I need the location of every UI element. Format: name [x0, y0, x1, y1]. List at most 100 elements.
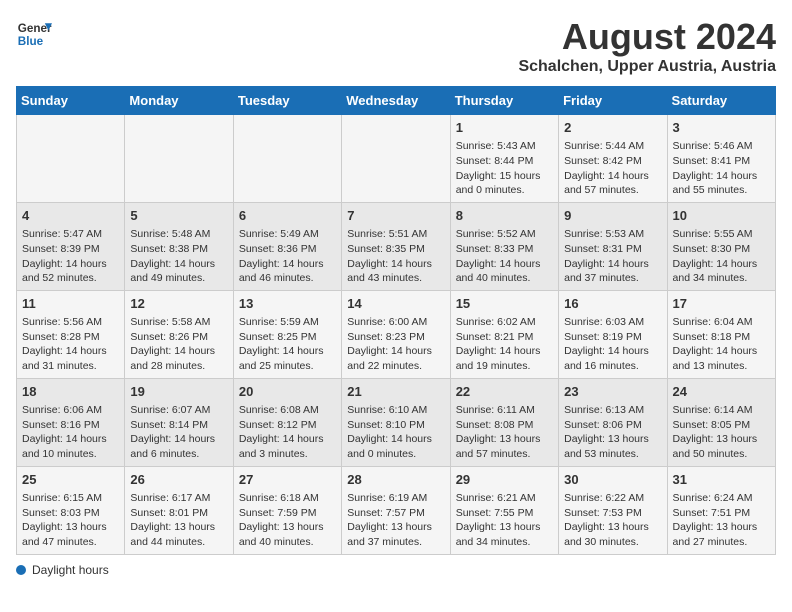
weekday-header: Monday — [125, 87, 233, 115]
calendar-cell: 30Sunrise: 6:22 AMSunset: 7:53 PMDayligh… — [559, 466, 667, 554]
day-number: 7 — [347, 207, 444, 225]
day-info: Sunrise: 5:44 AMSunset: 8:42 PMDaylight:… — [564, 139, 661, 198]
day-number: 16 — [564, 295, 661, 313]
calendar-cell: 28Sunrise: 6:19 AMSunset: 7:57 PMDayligh… — [342, 466, 450, 554]
weekday-header: Saturday — [667, 87, 775, 115]
day-info: Sunrise: 6:14 AMSunset: 8:05 PMDaylight:… — [673, 403, 770, 462]
day-info: Sunrise: 6:00 AMSunset: 8:23 PMDaylight:… — [347, 315, 444, 374]
calendar-table: SundayMondayTuesdayWednesdayThursdayFrid… — [16, 86, 776, 555]
title-area: August 2024 Schalchen, Upper Austria, Au… — [518, 16, 776, 76]
calendar-cell: 3 Sunrise: 5:46 AMSunset: 8:41 PMDaylight… — [667, 115, 775, 203]
page-header: General Blue August 2024 Schalchen, Uppe… — [16, 16, 776, 76]
day-info: Sunrise: 6:13 AMSunset: 8:06 PMDaylight:… — [564, 403, 661, 462]
day-info: Sunrise: 6:18 AMSunset: 7:59 PMDaylight:… — [239, 491, 336, 550]
calendar-cell: 9 Sunrise: 5:53 AMSunset: 8:31 PMDaylight… — [559, 202, 667, 290]
day-info: Sunrise: 6:11 AMSunset: 8:08 PMDaylight:… — [456, 403, 553, 462]
calendar-cell: 31 Sunrise: 6:24 AMSunset: 7:51 PMDayligh… — [667, 466, 775, 554]
calendar-cell: 26 Sunrise: 6:17 AMSunset: 8:01 PMDayligh… — [125, 466, 233, 554]
calendar-cell — [125, 115, 233, 203]
calendar-cell: 25 Sunrise: 6:15 AMSunset: 8:03 PMDayligh… — [17, 466, 125, 554]
day-number: 14 — [347, 295, 444, 313]
day-number: 11 — [22, 295, 119, 313]
day-number: 12 — [130, 295, 227, 313]
calendar-cell: 17Sunrise: 6:04 AMSunset: 8:18 PMDayligh… — [667, 290, 775, 378]
day-number: 6 — [239, 207, 336, 225]
day-number: 20 — [239, 383, 336, 401]
calendar-cell: 19Sunrise: 6:07 AMSunset: 8:14 PMDayligh… — [125, 378, 233, 466]
calendar-cell: 8 Sunrise: 5:52 AMSunset: 8:33 PMDaylight… — [450, 202, 558, 290]
day-number: 28 — [347, 471, 444, 489]
calendar-cell: 2 Sunrise: 5:44 AMSunset: 8:42 PMDaylight… — [559, 115, 667, 203]
calendar-header: SundayMondayTuesdayWednesdayThursdayFrid… — [17, 87, 776, 115]
day-info: Sunrise: 5:47 AMSunset: 8:39 PMDaylight:… — [22, 227, 119, 286]
day-number: 8 — [456, 207, 553, 225]
day-number: 13 — [239, 295, 336, 313]
calendar-cell: 7 Sunrise: 5:51 AMSunset: 8:35 PMDaylight… — [342, 202, 450, 290]
weekday-header: Wednesday — [342, 87, 450, 115]
calendar-cell: 29 Sunrise: 6:21 AMSunset: 7:55 PMDayligh… — [450, 466, 558, 554]
main-title: August 2024 — [518, 16, 776, 58]
day-info: Sunrise: 5:59 AMSunset: 8:25 PMDaylight:… — [239, 315, 336, 374]
calendar-cell: 11 Sunrise: 5:56 AMSunset: 8:28 PMDayligh… — [17, 290, 125, 378]
calendar-cell: 6Sunrise: 5:49 AMSunset: 8:36 PMDaylight… — [233, 202, 341, 290]
day-number: 3 — [673, 119, 770, 137]
day-number: 26 — [130, 471, 227, 489]
weekday-header: Friday — [559, 87, 667, 115]
day-number: 22 — [456, 383, 553, 401]
calendar-cell: 13 Sunrise: 5:59 AMSunset: 8:25 PMDayligh… — [233, 290, 341, 378]
day-info: Sunrise: 6:10 AMSunset: 8:10 PMDaylight:… — [347, 403, 444, 462]
calendar-cell: 18 Sunrise: 6:06 AMSunset: 8:16 PMDayligh… — [17, 378, 125, 466]
day-info: Sunrise: 6:24 AMSunset: 7:51 PMDaylight:… — [673, 491, 770, 550]
day-number: 2 — [564, 119, 661, 137]
calendar-cell: 4 Sunrise: 5:47 AMSunset: 8:39 PMDaylight… — [17, 202, 125, 290]
day-info: Sunrise: 5:51 AMSunset: 8:35 PMDaylight:… — [347, 227, 444, 286]
calendar-cell: 16 Sunrise: 6:03 AMSunset: 8:19 PMDayligh… — [559, 290, 667, 378]
day-info: Sunrise: 6:17 AMSunset: 8:01 PMDaylight:… — [130, 491, 227, 550]
footer-note: Daylight hours — [16, 563, 776, 577]
day-number: 24 — [673, 383, 770, 401]
day-info: Sunrise: 6:04 AMSunset: 8:18 PMDaylight:… — [673, 315, 770, 374]
calendar-cell: 12 Sunrise: 5:58 AMSunset: 8:26 PMDayligh… — [125, 290, 233, 378]
calendar-cell — [233, 115, 341, 203]
calendar-cell: 20 Sunrise: 6:08 AMSunset: 8:12 PMDayligh… — [233, 378, 341, 466]
day-info: Sunrise: 6:07 AMSunset: 8:14 PMDaylight:… — [130, 403, 227, 462]
day-number: 18 — [22, 383, 119, 401]
logo-icon: General Blue — [16, 16, 52, 52]
day-info: Sunrise: 5:52 AMSunset: 8:33 PMDaylight:… — [456, 227, 553, 286]
day-info: Sunrise: 6:02 AMSunset: 8:21 PMDaylight:… — [456, 315, 553, 374]
calendar-cell: 14 Sunrise: 6:00 AMSunset: 8:23 PMDayligh… — [342, 290, 450, 378]
day-number: 23 — [564, 383, 661, 401]
day-number: 9 — [564, 207, 661, 225]
day-info: Sunrise: 5:46 AMSunset: 8:41 PMDaylight:… — [673, 139, 770, 198]
calendar-cell: 22 Sunrise: 6:11 AMSunset: 8:08 PMDayligh… — [450, 378, 558, 466]
daylight-dot — [16, 565, 26, 575]
day-number: 30 — [564, 471, 661, 489]
svg-text:Blue: Blue — [18, 35, 44, 48]
logo: General Blue — [16, 16, 52, 52]
day-info: Sunrise: 5:58 AMSunset: 8:26 PMDaylight:… — [130, 315, 227, 374]
calendar-cell: 5Sunrise: 5:48 AMSunset: 8:38 PMDaylight… — [125, 202, 233, 290]
day-number: 4 — [22, 207, 119, 225]
day-info: Sunrise: 5:55 AMSunset: 8:30 PMDaylight:… — [673, 227, 770, 286]
calendar-cell: 23 Sunrise: 6:13 AMSunset: 8:06 PMDayligh… — [559, 378, 667, 466]
calendar-cell — [342, 115, 450, 203]
calendar-cell — [17, 115, 125, 203]
day-number: 25 — [22, 471, 119, 489]
day-info: Sunrise: 5:56 AMSunset: 8:28 PMDaylight:… — [22, 315, 119, 374]
weekday-header: Sunday — [17, 87, 125, 115]
day-info: Sunrise: 6:21 AMSunset: 7:55 PMDaylight:… — [456, 491, 553, 550]
day-number: 21 — [347, 383, 444, 401]
calendar-cell: 10 Sunrise: 5:55 AMSunset: 8:30 PMDayligh… — [667, 202, 775, 290]
day-info: Sunrise: 6:03 AMSunset: 8:19 PMDaylight:… — [564, 315, 661, 374]
day-number: 1 — [456, 119, 553, 137]
calendar-cell: 1Sunrise: 5:43 AMSunset: 8:44 PMDaylight… — [450, 115, 558, 203]
weekday-header: Thursday — [450, 87, 558, 115]
day-info: Sunrise: 5:53 AMSunset: 8:31 PMDaylight:… — [564, 227, 661, 286]
day-info: Sunrise: 6:15 AMSunset: 8:03 PMDaylight:… — [22, 491, 119, 550]
day-info: Sunrise: 6:08 AMSunset: 8:12 PMDaylight:… — [239, 403, 336, 462]
day-info: Sunrise: 6:06 AMSunset: 8:16 PMDaylight:… — [22, 403, 119, 462]
day-number: 15 — [456, 295, 553, 313]
day-number: 10 — [673, 207, 770, 225]
day-number: 31 — [673, 471, 770, 489]
day-number: 29 — [456, 471, 553, 489]
